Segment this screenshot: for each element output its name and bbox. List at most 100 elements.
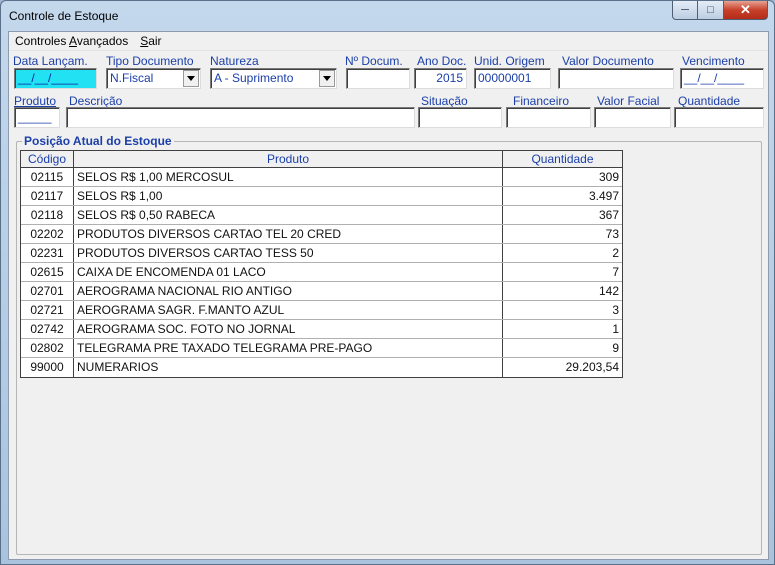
cell-quantidade: 367 [598,208,619,222]
cell-codigo: 02802 [21,339,74,357]
quantidade-input[interactable] [674,107,764,128]
natureza-value: A - Suprimento [214,71,294,85]
stock-grid-header: Código Produto Quantidade [21,151,622,168]
cell-codigo: 02231 [21,244,74,262]
data-lancamento-label: Data Lançam. [13,54,88,68]
natureza-select[interactable]: A - Suprimento [210,68,337,89]
table-row[interactable]: 99000 NUMERARIOS 29.203,54 [21,358,622,377]
chevron-down-icon [187,76,195,81]
valor-documento-input[interactable] [558,68,674,89]
tipo-documento-value: N.Fiscal [110,71,154,85]
financeiro-input[interactable] [506,107,591,128]
window-controls: ─ □ ✕ [672,1,768,21]
cell-produto: AEROGRAMA SAGR. F.MANTO AZUL [74,301,503,319]
title-bar[interactable]: Controle de Estoque ─ □ ✕ [1,1,774,31]
cell-quantidade: 2 [612,246,619,260]
cell-codigo: 99000 [21,358,74,377]
cell-quantidade: 142 [598,284,619,298]
produto-label[interactable]: Produto [14,94,56,108]
table-row[interactable]: 02231 PRODUTOS DIVERSOS CARTAO TESS 50 2 [21,244,622,263]
menu-controles-avancados[interactable]: Controles Avançados [9,32,134,51]
menu-label-prefix: Controles [15,33,70,48]
chevron-down-icon [323,76,331,81]
menu-accelerator: A [69,33,77,48]
cell-produto: SELOS R$ 1,00 [74,187,503,205]
app-window: Controle de Estoque ─ □ ✕ Controles Avan… [0,0,775,565]
cell-produto: CAIXA DE ENCOMENDA 01 LACO [74,263,503,281]
quantidade-label: Quantidade [678,94,741,108]
cell-produto: NUMERARIOS [74,358,503,377]
cell-quantidade: 309 [598,170,619,184]
stock-position-title: Posição Atual do Estoque [22,134,174,148]
menu-label-suffix: vançados [76,33,129,48]
cell-quantidade: 3.497 [588,189,619,203]
cell-produto: TELEGRAMA PRE TAXADO TELEGRAMA PRE-PAGO [74,339,503,357]
minimize-button[interactable]: ─ [672,1,698,20]
table-row[interactable]: 02118 SELOS R$ 0,50 RABECA 367 [21,206,622,225]
column-header-codigo[interactable]: Código [21,151,74,167]
cell-quantidade: 7 [612,265,619,279]
menu-label-suffix: air [148,33,162,48]
valor-facial-label: Valor Facial [597,94,660,108]
descricao-input[interactable] [66,107,415,128]
vencimento-label: Vencimento [682,54,745,68]
cell-quantidade: 73 [605,227,619,241]
table-row[interactable]: 02615 CAIXA DE ENCOMENDA 01 LACO 7 [21,263,622,282]
cell-codigo: 02117 [21,187,74,205]
produto-input[interactable]: _____ [14,107,60,128]
client-area: Controles Avançados Sair Data Lançam. Ti… [8,31,769,560]
cell-codigo: 02202 [21,225,74,243]
ano-documento-input[interactable]: 2015 [414,68,467,89]
menu-sair[interactable]: Sair [134,32,167,51]
natureza-dropdown-button[interactable] [319,70,335,87]
numero-documento-label: Nº Docum. [345,54,403,68]
maximize-button[interactable]: □ [698,1,724,20]
tipo-documento-dropdown-button[interactable] [183,70,199,87]
data-lancamento-input[interactable]: __/__/____ [14,68,97,89]
situacao-label: Situação [421,94,468,108]
cell-quantidade: 3 [612,303,619,317]
column-header-produto[interactable]: Produto [74,151,503,167]
table-row[interactable]: 02701 AEROGRAMA NACIONAL RIO ANTIGO 142 [21,282,622,301]
table-row[interactable]: 02742 AEROGRAMA SOC. FOTO NO JORNAL 1 [21,320,622,339]
stock-position-group: Posição Atual do Estoque Código Produto … [16,134,762,555]
valor-facial-input[interactable] [594,107,671,128]
window-title: Controle de Estoque [9,9,119,23]
table-row[interactable]: 02117 SELOS R$ 1,00 3.497 [21,187,622,206]
cell-produto: PRODUTOS DIVERSOS CARTAO TESS 50 [74,244,503,262]
unidade-origem-label: Unid. Origem [474,54,545,68]
cell-quantidade: 1 [612,322,619,336]
situacao-input[interactable] [418,107,502,128]
ano-documento-label: Ano Doc. [417,54,467,68]
table-row[interactable]: 02802 TELEGRAMA PRE TAXADO TELEGRAMA PRE-… [21,339,622,358]
cell-codigo: 02742 [21,320,74,338]
cell-codigo: 02615 [21,263,74,281]
financeiro-label: Financeiro [513,94,570,108]
cell-quantidade: 29.203,54 [565,360,619,374]
cell-codigo: 02118 [21,206,74,224]
table-row[interactable]: 02721 AEROGRAMA SAGR. F.MANTO AZUL 3 [21,301,622,320]
menu-bar: Controles Avançados Sair [9,32,768,51]
cell-codigo: 02721 [21,301,74,319]
valor-documento-label: Valor Documento [562,54,654,68]
tipo-documento-select[interactable]: N.Fiscal [106,68,201,89]
descricao-label: Descrição [69,94,123,108]
table-row[interactable]: 02202 PRODUTOS DIVERSOS CARTAO TEL 20 CRE… [21,225,622,244]
unidade-origem-input[interactable]: 00000001 [474,68,551,89]
close-button[interactable]: ✕ [724,1,768,20]
table-row[interactable]: 02115 SELOS R$ 1,00 MERCOSUL 309 [21,168,622,187]
vencimento-input[interactable]: __/__/____ [680,68,764,89]
numero-documento-input[interactable] [346,68,410,89]
tipo-documento-label: Tipo Documento [106,54,194,68]
cell-quantidade: 9 [612,341,619,355]
cell-produto: AEROGRAMA SOC. FOTO NO JORNAL [74,320,503,338]
cell-codigo: 02701 [21,282,74,300]
cell-produto: AEROGRAMA NACIONAL RIO ANTIGO [74,282,503,300]
column-header-quantidade[interactable]: Quantidade [503,151,622,167]
stock-grid[interactable]: Código Produto Quantidade 02115 SELOS R$ … [20,150,623,378]
stock-grid-body: 02115 SELOS R$ 1,00 MERCOSUL 309 02117 SELOS… [21,168,622,377]
cell-produto: PRODUTOS DIVERSOS CARTAO TEL 20 CRED [74,225,503,243]
natureza-label: Natureza [210,54,259,68]
cell-produto: SELOS R$ 1,00 MERCOSUL [74,168,503,186]
cell-produto: SELOS R$ 0,50 RABECA [74,206,503,224]
